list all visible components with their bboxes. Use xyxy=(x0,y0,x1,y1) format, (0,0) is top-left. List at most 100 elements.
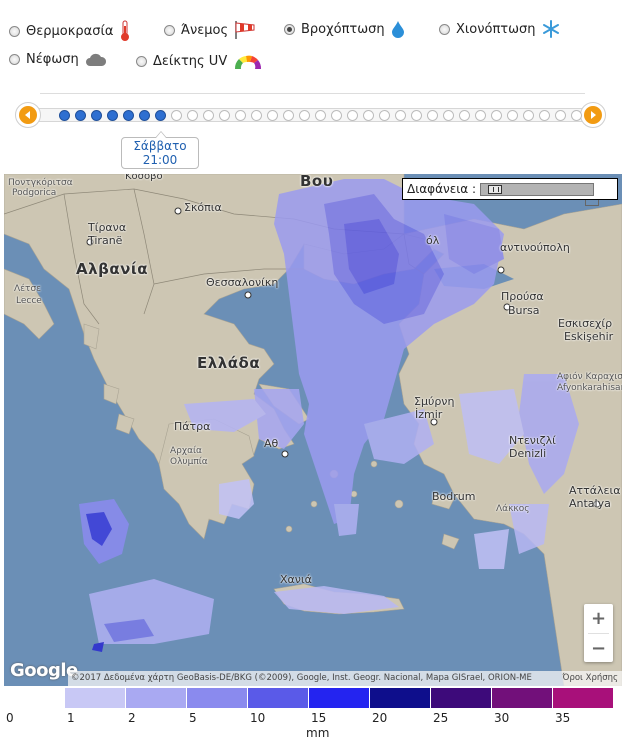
weather-map[interactable]: Κόσοβο Ποντγκόριτσα Podgorica Σκόπια Τίρ… xyxy=(4,174,622,686)
time-step[interactable] xyxy=(139,110,150,121)
label-tirana: Tiranë xyxy=(88,234,123,247)
time-step[interactable] xyxy=(235,110,246,121)
label-bursa-gr: Προύσα xyxy=(501,290,544,303)
zoom-in-button[interactable]: + xyxy=(584,604,613,633)
legend-swatch xyxy=(248,688,308,708)
label-afyon: Afyonkarahisar xyxy=(557,383,622,393)
tooltip-time: 21:00 xyxy=(142,153,178,167)
time-step[interactable] xyxy=(523,110,534,121)
time-step[interactable] xyxy=(443,110,454,121)
zoom-out-button[interactable]: − xyxy=(584,634,613,663)
time-step[interactable] xyxy=(155,110,166,121)
previous-button[interactable] xyxy=(15,102,41,128)
fullscreen-icon[interactable] xyxy=(585,200,599,206)
time-step[interactable] xyxy=(539,110,550,121)
snow-radio[interactable] xyxy=(439,23,450,35)
time-step[interactable] xyxy=(555,110,566,121)
label-eskisehir: Eskişehir xyxy=(564,330,614,343)
time-step[interactable] xyxy=(571,110,582,121)
time-step[interactable] xyxy=(251,110,262,121)
legend-swatch xyxy=(309,688,369,708)
label-albania: Αλβανία xyxy=(76,260,149,278)
uv-label: Δείκτης UV xyxy=(153,53,228,69)
time-step[interactable] xyxy=(331,110,342,121)
legend-label: 25 xyxy=(433,711,449,725)
opacity-control: Διαφάνεια : xyxy=(402,178,618,200)
windsock-icon xyxy=(235,21,255,39)
time-step[interactable] xyxy=(59,110,70,121)
time-slider[interactable] xyxy=(15,100,606,130)
layer-wind[interactable]: Άνεμος xyxy=(164,20,256,40)
time-step[interactable] xyxy=(187,110,198,121)
time-step[interactable] xyxy=(219,110,230,121)
time-step[interactable] xyxy=(459,110,470,121)
terms-link[interactable]: Όροι Χρήσης xyxy=(563,671,618,686)
legend-swatch xyxy=(126,688,186,708)
wind-label: Άνεμος xyxy=(181,22,229,38)
time-step[interactable] xyxy=(315,110,326,121)
layer-temperature[interactable]: Θερμοκρασία xyxy=(9,20,131,42)
time-step[interactable] xyxy=(395,110,406,121)
time-step[interactable] xyxy=(427,110,438,121)
layer-rain[interactable]: Βροχόπτωση xyxy=(284,20,405,38)
time-step[interactable] xyxy=(123,110,134,121)
raindrop-icon xyxy=(391,21,404,38)
label-patra: Πάτρα xyxy=(174,420,211,433)
wind-radio[interactable] xyxy=(164,24,175,36)
thermometer-icon xyxy=(121,20,130,41)
time-step[interactable] xyxy=(299,110,310,121)
legend-label: 35 xyxy=(555,711,571,725)
time-step[interactable] xyxy=(363,110,374,121)
label-eskisehir-gr: Εσκισεχίρ xyxy=(558,317,613,330)
time-step[interactable] xyxy=(267,110,278,121)
legend-swatch xyxy=(4,688,64,708)
label-bodrum: Bodrum xyxy=(432,490,476,503)
label-denizli: Denizli xyxy=(509,447,547,460)
time-step[interactable] xyxy=(75,110,86,121)
label-istanbul: αντινούπολη xyxy=(500,241,570,254)
legend-label: 1 xyxy=(67,711,75,725)
uv-gauge-icon xyxy=(235,55,262,69)
tooltip-day: Σάββατο xyxy=(133,139,187,153)
time-step[interactable] xyxy=(411,110,422,121)
temperature-label: Θερμοκρασία xyxy=(26,23,114,39)
label-afyon-gr: Αφιόν Καραχισάρ xyxy=(557,372,622,382)
time-step[interactable] xyxy=(379,110,390,121)
arrow-right-icon xyxy=(591,111,596,119)
next-button[interactable] xyxy=(580,102,606,128)
temperature-radio[interactable] xyxy=(9,25,20,37)
time-step[interactable] xyxy=(491,110,502,121)
label-izmir: İzmir xyxy=(415,408,443,421)
label-podgorica-gr: Ποντγκόριτσα xyxy=(8,178,73,188)
time-step[interactable] xyxy=(347,110,358,121)
clouds-label: Νέφωση xyxy=(26,52,79,67)
legend-swatch xyxy=(431,688,491,708)
precipitation-legend: mm 0 1 2 5 10 15 20 25 30 35 xyxy=(0,688,625,740)
uv-radio[interactable] xyxy=(136,55,147,67)
label-izmir-gr: Σμύρνη xyxy=(414,395,455,408)
rain-radio[interactable] xyxy=(284,23,295,35)
opacity-slider[interactable] xyxy=(480,182,595,196)
arrow-left-icon xyxy=(25,111,30,119)
layer-uv[interactable]: Δείκτης UV xyxy=(136,52,263,70)
label-edirne: όλ xyxy=(426,234,440,247)
clouds-radio[interactable] xyxy=(9,54,20,65)
label-skopje: Σκόπια xyxy=(184,201,222,214)
opacity-slider-handle[interactable] xyxy=(487,184,502,194)
time-step[interactable] xyxy=(91,110,102,121)
time-step[interactable] xyxy=(283,110,294,121)
time-step[interactable] xyxy=(107,110,118,121)
time-step[interactable] xyxy=(507,110,518,121)
time-step[interactable] xyxy=(203,110,214,121)
legend-label: 20 xyxy=(372,711,388,725)
legend-label: 15 xyxy=(311,711,327,725)
label-greece: Ελλάδα xyxy=(197,354,261,372)
label-thessaloniki: Θεσσαλονίκη xyxy=(206,276,279,289)
label-denizli-gr: Ντενιζλί xyxy=(509,434,556,447)
layer-clouds[interactable]: Νέφωση xyxy=(9,52,107,67)
label-kosovo: Κόσοβο xyxy=(125,174,163,182)
layer-snow[interactable]: Χιονόπτωση xyxy=(439,20,560,38)
time-step[interactable] xyxy=(475,110,486,121)
label-antalya: Antalya xyxy=(569,497,611,510)
time-step[interactable] xyxy=(171,110,182,121)
